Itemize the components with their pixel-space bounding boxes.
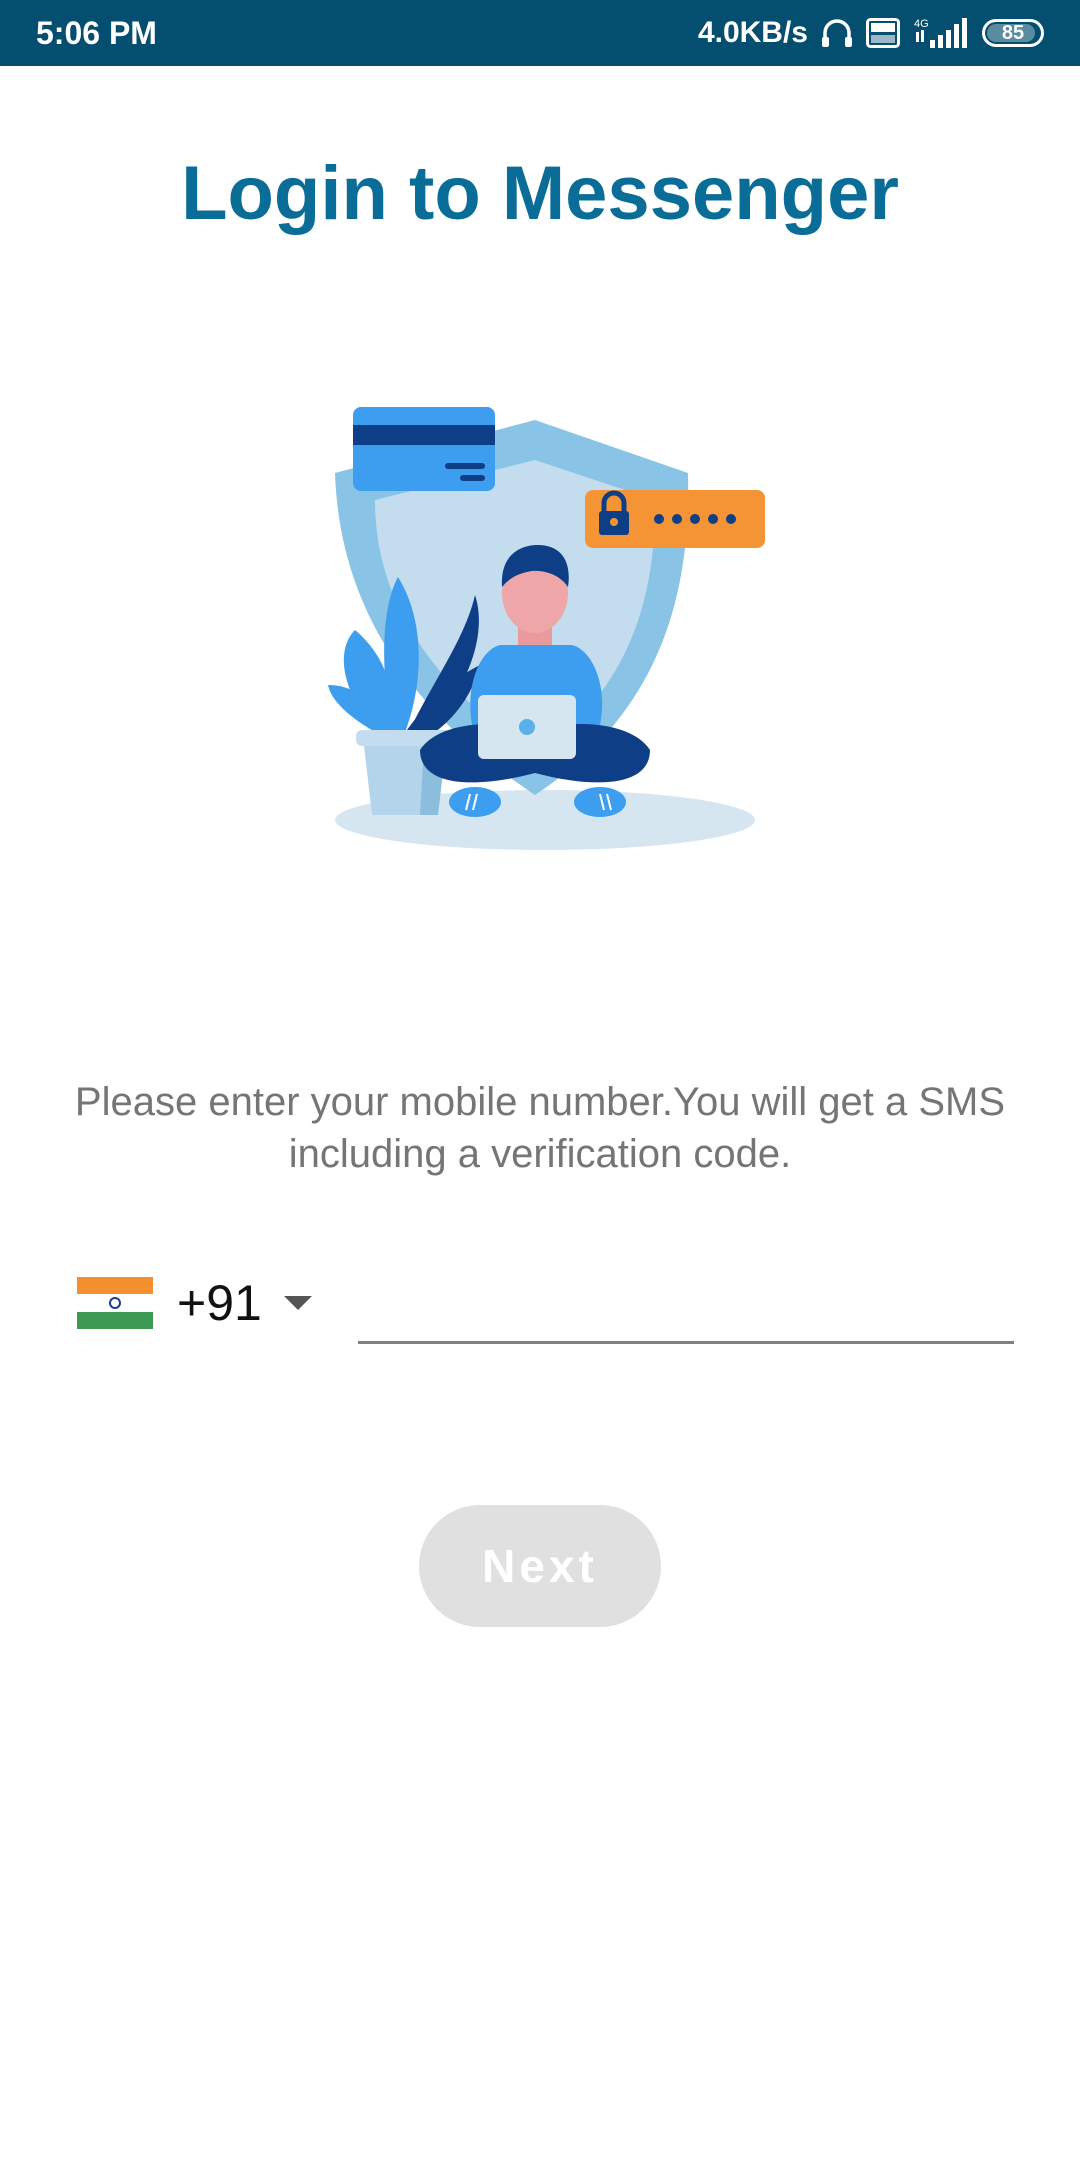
status-icons: 4.0KB/s 4G 85 xyxy=(698,16,1044,50)
battery-icon: 85 xyxy=(982,19,1044,47)
country-picker[interactable]: +91 xyxy=(77,1270,312,1336)
security-login-illustration xyxy=(320,395,770,865)
headphones-icon xyxy=(820,17,854,49)
battery-percent: 85 xyxy=(1001,21,1025,44)
phone-number-input[interactable] xyxy=(358,1280,1014,1344)
network-speed: 4.0KB/s xyxy=(697,16,808,49)
status-bar: 5:06 PM 4.0KB/s 4G 85 xyxy=(0,0,1080,66)
india-flag-icon xyxy=(77,1277,153,1329)
signal-icon: 4G xyxy=(912,16,970,50)
page-title: Login to Messenger xyxy=(181,151,899,236)
next-button[interactable]: Next xyxy=(419,1505,661,1627)
status-time: 5:06 PM xyxy=(36,14,157,51)
volte-icon xyxy=(866,18,900,48)
country-code: +91 xyxy=(177,1275,262,1331)
dropdown-arrow-icon xyxy=(283,1296,312,1310)
svg-text:4G: 4G xyxy=(914,18,929,30)
instruction-text: Please enter your mobile number.You will… xyxy=(74,1080,1006,1176)
